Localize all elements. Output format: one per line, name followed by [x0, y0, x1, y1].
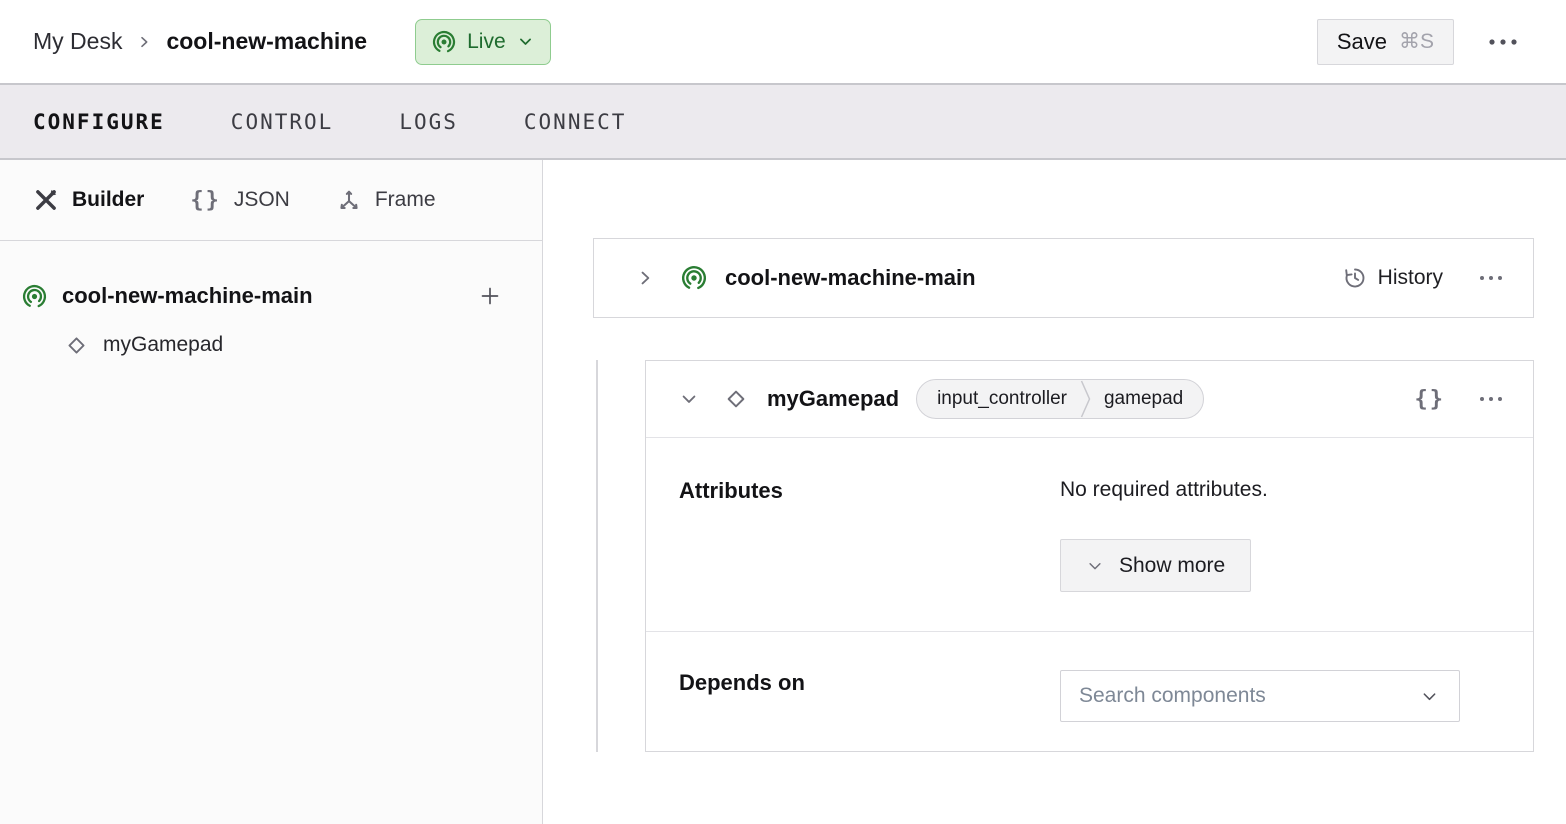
component-title: myGamepad — [767, 386, 899, 412]
save-label: Save — [1337, 29, 1387, 55]
chevron-down-icon — [517, 33, 534, 50]
attributes-section: Attributes No required attributes. Show … — [646, 438, 1533, 631]
depends-on-placeholder: Search components — [1079, 684, 1266, 708]
part-card-title: cool-new-machine-main — [725, 265, 1343, 291]
tree-item-component[interactable]: myGamepad — [0, 321, 542, 369]
depends-on-section: Depends on Search components — [646, 631, 1533, 751]
history-clock-icon — [1343, 266, 1367, 290]
machine-part-icon — [681, 265, 707, 291]
top-bar: My Desk cool-new-machine Live Save ⌘S — [0, 0, 1566, 83]
save-button[interactable]: Save ⌘S — [1317, 19, 1454, 65]
machine-part-card: cool-new-machine-main History — [593, 238, 1534, 318]
tree-item-label: myGamepad — [103, 333, 223, 357]
tree-item-machine-part[interactable]: cool-new-machine-main — [0, 271, 542, 321]
component-card-wrap: myGamepad input_controller gamepad {} — [645, 360, 1534, 752]
component-type: input_controller — [917, 388, 1080, 410]
builder-tools-icon — [33, 187, 59, 213]
view-tab-frame[interactable]: Frame — [336, 187, 436, 213]
breadcrumb: My Desk cool-new-machine — [33, 28, 367, 55]
component-model: gamepad — [1091, 388, 1203, 410]
chevron-down-icon — [1420, 687, 1439, 706]
view-tab-label: Frame — [375, 188, 436, 212]
tab-control[interactable]: CONTROL — [231, 110, 334, 134]
breadcrumb-current: cool-new-machine — [166, 28, 367, 55]
tab-configure[interactable]: CONFIGURE — [33, 110, 165, 134]
depends-on-heading: Depends on — [679, 670, 1060, 751]
chevron-right-icon — [136, 34, 152, 50]
sidebar-view-tabs: Builder {} JSON Frame — [0, 160, 542, 241]
save-shortcut: ⌘S — [1399, 29, 1434, 54]
view-tab-json[interactable]: {} JSON — [190, 188, 290, 213]
edit-json-button[interactable]: {} — [1411, 383, 1450, 416]
overflow-menu-button[interactable] — [1484, 31, 1522, 53]
view-tab-label: JSON — [234, 188, 290, 212]
attributes-empty-message: No required attributes. — [1060, 478, 1533, 502]
component-diamond-icon — [64, 333, 89, 358]
tree-item-label: cool-new-machine-main — [62, 283, 459, 309]
tree-connector-line — [596, 360, 598, 752]
machine-live-icon — [432, 30, 456, 54]
history-label: History — [1378, 266, 1443, 290]
live-status-button[interactable]: Live — [415, 19, 551, 65]
frame-axes-icon — [336, 187, 362, 213]
add-component-button[interactable] — [474, 280, 506, 312]
tab-logs[interactable]: LOGS — [399, 110, 458, 134]
show-more-label: Show more — [1119, 554, 1225, 578]
config-sidebar: Builder {} JSON Frame — [0, 160, 543, 824]
live-label: Live — [467, 30, 506, 54]
component-type-badge: input_controller gamepad — [916, 379, 1204, 419]
braces-icon: {} — [190, 188, 221, 213]
machine-part-tree: cool-new-machine-main myGamepad — [0, 241, 542, 369]
component-diamond-icon — [723, 386, 749, 412]
machine-part-icon — [22, 284, 47, 309]
tab-connect[interactable]: CONNECT — [524, 110, 627, 134]
badge-divider-chevron — [1080, 380, 1091, 418]
main-nav-tabs: CONFIGURE CONTROL LOGS CONNECT — [0, 83, 1566, 160]
part-card-menu-button[interactable] — [1475, 269, 1507, 287]
component-menu-button[interactable] — [1475, 390, 1507, 408]
collapse-component-chevron[interactable] — [675, 385, 703, 413]
config-main-area: cool-new-machine-main History — [543, 160, 1566, 824]
breadcrumb-parent[interactable]: My Desk — [33, 28, 122, 55]
chevron-down-icon — [1086, 557, 1104, 575]
component-card: myGamepad input_controller gamepad {} — [645, 360, 1534, 752]
history-button[interactable]: History — [1343, 266, 1443, 290]
show-more-button[interactable]: Show more — [1060, 539, 1251, 592]
depends-on-select[interactable]: Search components — [1060, 670, 1460, 722]
component-card-header: myGamepad input_controller gamepad {} — [646, 361, 1533, 438]
attributes-heading: Attributes — [679, 478, 1060, 631]
view-tab-builder[interactable]: Builder — [33, 187, 144, 213]
view-tab-label: Builder — [72, 188, 144, 212]
expand-part-chevron[interactable] — [631, 264, 659, 292]
